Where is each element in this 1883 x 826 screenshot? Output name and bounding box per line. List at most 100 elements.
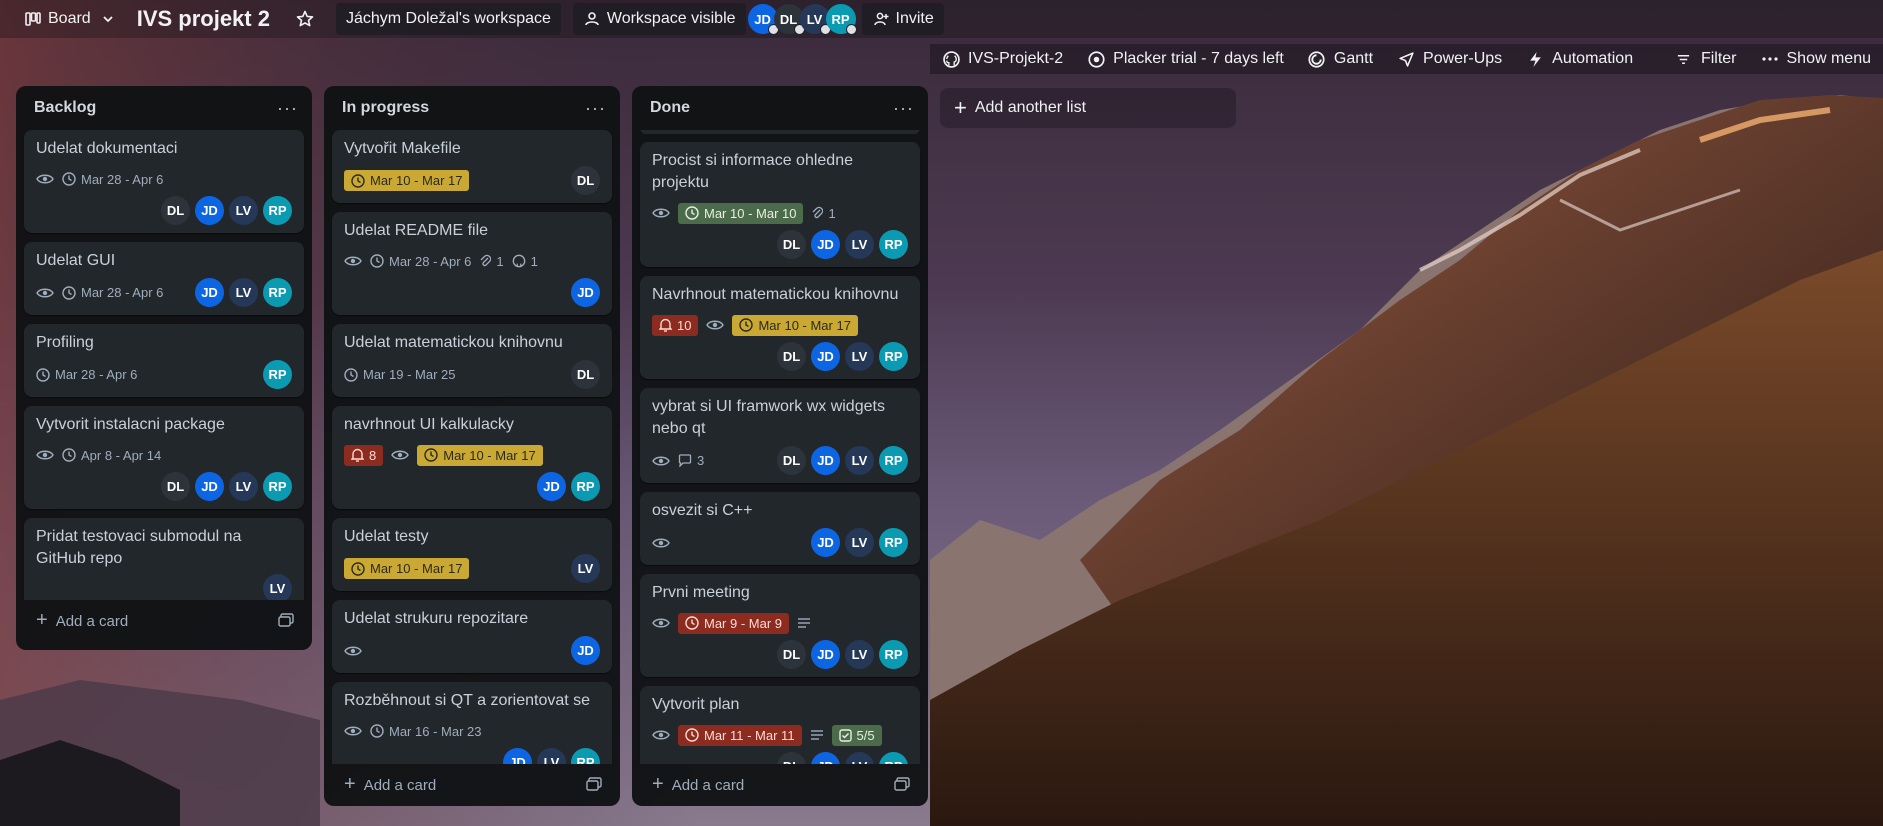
member-avatar[interactable]: JD (811, 342, 840, 371)
member-avatar[interactable]: LV (229, 196, 258, 225)
due-date[interactable]: Mar 10 - Mar 17 (344, 170, 470, 191)
member-avatar[interactable]: JD (811, 446, 840, 475)
list-title[interactable]: Done (650, 99, 690, 117)
github-powerup-button[interactable]: IVS-Projekt-2 (930, 44, 1075, 74)
card[interactable]: Udelat dokumentaci Mar 28 - Apr 6 DL JD … (24, 130, 304, 233)
member-avatar[interactable]: LV (845, 640, 874, 669)
card[interactable]: vybrat si UI framwork wx widgets nebo qt… (640, 388, 920, 483)
due-date[interactable]: Mar 10 - Mar 17 (417, 444, 543, 466)
member-avatar[interactable]: RP (571, 472, 600, 501)
card[interactable]: Navrhnout matematickou knihovnu 10 Mar 1… (640, 276, 920, 379)
member-avatar[interactable]: LV (263, 574, 292, 600)
due-date[interactable]: Mar 9 - Mar 9 (678, 612, 790, 634)
member-avatar[interactable]: LV (845, 342, 874, 371)
member-avatar[interactable]: JD (195, 278, 224, 307)
member-avatar[interactable]: DL (777, 640, 806, 669)
member-avatar[interactable]: LV (845, 446, 874, 475)
member-avatar[interactable]: RP (879, 528, 908, 557)
due-date[interactable]: Mar 19 - Mar 25 (344, 367, 455, 382)
member-avatar[interactable]: RP (879, 446, 908, 475)
member-avatar[interactable]: JD (503, 748, 532, 764)
workspace-button[interactable]: Jáchym Doležal's workspace (335, 3, 561, 35)
card[interactable]: Prvni meeting Mar 9 - Mar 9 DL JD LV RP (640, 574, 920, 677)
visibility-button[interactable]: Workspace visible (572, 3, 746, 35)
due-date[interactable]: Mar 10 - Mar 17 (344, 558, 470, 579)
due-date[interactable]: Apr 8 - Apr 14 (62, 448, 161, 463)
member-avatar[interactable]: RP (263, 196, 292, 225)
board-title[interactable]: IVS projekt 2 (127, 3, 280, 35)
member-avatar[interactable]: JD (571, 278, 600, 307)
card[interactable]: Vytvořit Makefile Mar 10 - Mar 17 DL (332, 130, 612, 203)
member-avatar[interactable]: LV (537, 748, 566, 764)
star-button[interactable] (286, 3, 324, 35)
card[interactable]: Procist si informace ohledne projektu Ma… (640, 142, 920, 267)
list-title[interactable]: Backlog (34, 99, 96, 117)
member-avatar[interactable]: LV (845, 230, 874, 259)
member-avatar[interactable]: JD (811, 640, 840, 669)
member-avatar[interactable]: RP (825, 4, 857, 35)
due-date[interactable]: Mar 16 - Mar 23 (370, 724, 481, 739)
due-date[interactable]: Mar 11 - Mar 11 (678, 724, 802, 746)
member-avatar[interactable]: DL (777, 342, 806, 371)
card[interactable]: osvezit si C++ JD LV RP (640, 492, 920, 565)
member-avatar[interactable]: RP (879, 230, 908, 259)
card[interactable]: Udelat matematickou knihovnu Mar 19 - Ma… (332, 324, 612, 397)
due-date[interactable]: Mar 28 - Apr 6 (370, 254, 471, 269)
member-avatar[interactable]: LV (845, 528, 874, 557)
member-avatar[interactable]: JD (811, 230, 840, 259)
member-avatar[interactable]: DL (161, 196, 190, 225)
member-avatar[interactable]: RP (263, 472, 292, 501)
gantt-button[interactable]: Gantt (1296, 44, 1385, 74)
show-menu-button[interactable]: Show menu (1749, 44, 1883, 74)
add-card-button[interactable]: + Add a card (632, 764, 928, 804)
member-avatar[interactable]: JD (195, 196, 224, 225)
invite-button[interactable]: Invite (861, 3, 944, 35)
member-avatar[interactable]: LV (229, 278, 258, 307)
add-card-button[interactable]: + Add a card (324, 764, 620, 804)
due-date[interactable]: Mar 10 - Mar 10 (678, 202, 804, 224)
powerups-button[interactable]: Power-Ups (1385, 44, 1514, 74)
card[interactable]: Udelat README file Mar 28 - Apr 6 1 1 JD (332, 212, 612, 315)
template-icon[interactable] (278, 613, 294, 627)
card[interactable]: Udelat testy Mar 10 - Mar 17 LV (332, 518, 612, 591)
list-title[interactable]: In progress (342, 99, 429, 117)
member-avatar[interactable]: RP (263, 360, 292, 389)
card[interactable]: Vytvorit plan Mar 11 - Mar 11 5/5 DL JD … (640, 686, 920, 764)
card[interactable]: Pridat testovaci submodul na GitHub repo… (24, 518, 304, 600)
filter-button[interactable]: Filter (1663, 44, 1749, 74)
card[interactable]: Udelat GUI Mar 28 - Apr 6 JD LV RP (24, 242, 304, 315)
template-icon[interactable] (586, 777, 602, 791)
member-avatar[interactable]: JD (811, 528, 840, 557)
card[interactable]: navrhnout UI kalkulacky 8 Mar 10 - Mar 1… (332, 406, 612, 509)
member-avatar[interactable]: RP (263, 278, 292, 307)
list-menu-icon[interactable]: ··· (277, 98, 298, 119)
member-avatar[interactable]: DL (571, 360, 600, 389)
template-icon[interactable] (894, 777, 910, 791)
member-avatar[interactable]: RP (879, 342, 908, 371)
member-avatar[interactable]: DL (777, 446, 806, 475)
card[interactable]: Vytvorit instalacni package Apr 8 - Apr … (24, 406, 304, 509)
member-avatar[interactable]: LV (845, 752, 874, 764)
card[interactable]: Rozběhnout si QT a zorientovat se Mar 16… (332, 682, 612, 764)
member-avatar[interactable]: RP (571, 748, 600, 764)
member-avatar[interactable]: JD (811, 752, 840, 764)
member-avatar[interactable]: JD (195, 472, 224, 501)
member-avatar[interactable]: DL (777, 752, 806, 764)
due-date[interactable]: Mar 28 - Apr 6 (62, 285, 163, 300)
member-avatar[interactable]: JD (537, 472, 566, 501)
card[interactable]: Udelat strukuru repozitare JD (332, 600, 612, 673)
list-menu-icon[interactable]: ··· (585, 98, 606, 119)
member-avatar[interactable]: LV (571, 554, 600, 583)
list-menu-icon[interactable]: ··· (893, 98, 914, 119)
card[interactable]: Profiling Mar 28 - Apr 6 RP (24, 324, 304, 397)
due-date[interactable]: Mar 28 - Apr 6 (36, 367, 137, 382)
due-date[interactable]: Mar 10 - Mar 17 (732, 314, 858, 336)
placker-button[interactable]: Placker trial - 7 days left (1075, 44, 1296, 74)
add-card-button[interactable]: + Add a card (16, 600, 312, 640)
member-avatar[interactable]: JD (571, 636, 600, 665)
member-avatar[interactable]: DL (777, 230, 806, 259)
member-avatar[interactable]: RP (879, 640, 908, 669)
member-avatar[interactable]: RP (879, 752, 908, 764)
member-avatar[interactable]: DL (161, 472, 190, 501)
member-avatar[interactable]: DL (571, 166, 600, 195)
